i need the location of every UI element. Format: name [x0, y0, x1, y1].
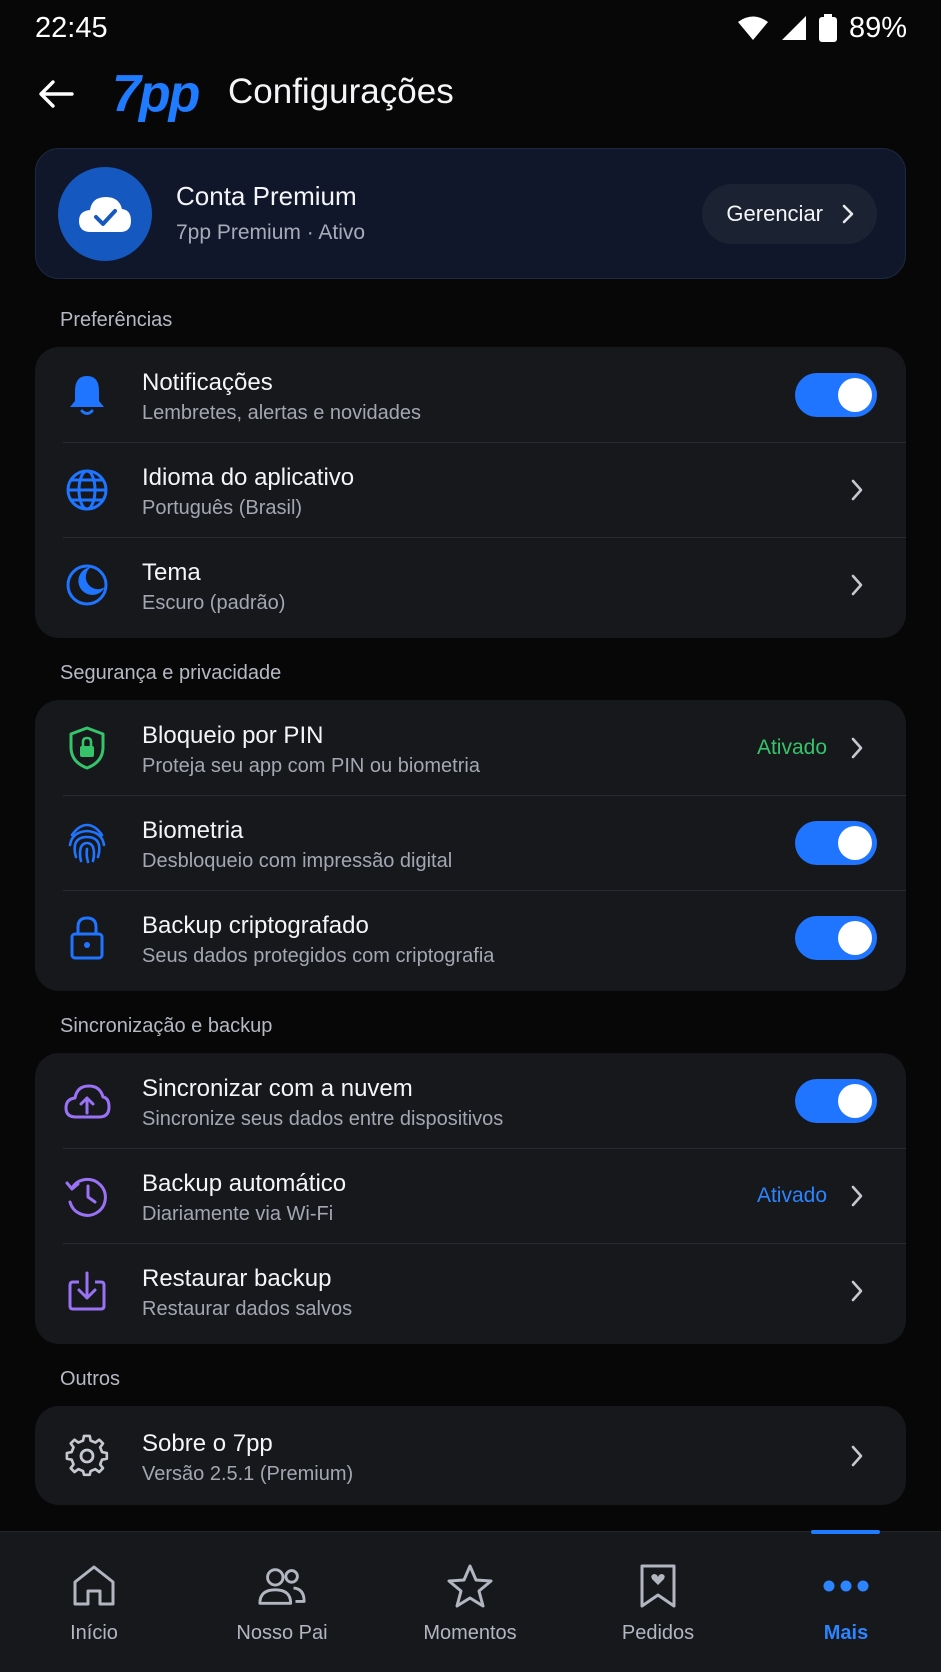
- biometrics-toggle[interactable]: [795, 821, 877, 865]
- row-title: Tema: [142, 559, 201, 586]
- row-subtitle: Sincronize seus dados entre dispositivos: [142, 1108, 504, 1130]
- bell-icon: [63, 371, 111, 419]
- row-subtitle: Diariamente via Wi-Fi: [142, 1203, 334, 1225]
- section-label-preferences: Preferências: [60, 309, 173, 331]
- notifications-toggle[interactable]: [795, 373, 877, 417]
- nav-label: Início: [70, 1622, 118, 1644]
- nav-item-requests[interactable]: Pedidos: [564, 1532, 752, 1672]
- more-dots-icon: [821, 1561, 871, 1611]
- row-restore-backup[interactable]: Restaurar backup Restaurar dados salvos: [35, 1243, 906, 1338]
- row-title: Sincronizar com a nuvem: [142, 1075, 413, 1102]
- gear-icon: [63, 1432, 111, 1480]
- row-language[interactable]: Idioma do aplicativo Português (Brasil): [35, 442, 906, 537]
- battery-percent: 89%: [848, 11, 907, 44]
- chevron-right-icon: [844, 735, 870, 761]
- premium-title: Conta Premium: [176, 181, 357, 211]
- cloud-upload-icon: [63, 1077, 111, 1125]
- battery-icon: [818, 14, 837, 42]
- row-title: Sobre o 7pp: [142, 1430, 273, 1457]
- chevron-right-icon: [844, 1183, 870, 1209]
- status-value: Ativado: [756, 736, 827, 759]
- wifi-icon: [737, 16, 768, 40]
- row-subtitle: Restaurar dados salvos: [142, 1298, 353, 1320]
- manage-button-label: Gerenciar: [726, 201, 823, 226]
- nav-label: Pedidos: [621, 1622, 695, 1644]
- manage-button[interactable]: Gerenciar: [702, 184, 877, 244]
- row-title: Backup criptografado: [142, 912, 369, 939]
- sync-card: Sincronizar com a nuvem Sincronize seus …: [35, 1053, 906, 1344]
- download-icon: [63, 1267, 111, 1315]
- row-subtitle: Português (Brasil): [142, 497, 303, 519]
- row-title: Restaurar backup: [142, 1265, 332, 1292]
- shield-lock-icon: [63, 724, 111, 772]
- lock-icon: [63, 914, 111, 962]
- security-card: Bloqueio por PIN Proteja seu app com PIN…: [35, 700, 906, 991]
- row-title: Notificações: [142, 369, 273, 396]
- row-subtitle: Escuro (padrão): [142, 592, 286, 614]
- section-label-others: Outros: [60, 1368, 121, 1390]
- globe-icon: [63, 466, 111, 514]
- preferences-card: Notificações Lembretes, alertas e novida…: [35, 347, 906, 638]
- row-subtitle: Proteja seu app com PIN ou biometria: [142, 755, 480, 777]
- row-auto-backup[interactable]: Backup automático Diariamente via Wi-Fi …: [35, 1148, 906, 1243]
- row-title: Backup automático: [142, 1170, 347, 1197]
- fingerprint-icon: [63, 819, 111, 867]
- star-icon: [445, 1561, 495, 1611]
- chevron-right-icon: [844, 477, 870, 503]
- signal-icon: [781, 16, 806, 40]
- people-icon: [257, 1561, 307, 1611]
- chevron-right-icon: [844, 1278, 870, 1304]
- app-bar: 7pp Configurações: [0, 60, 941, 126]
- history-icon: [63, 1172, 111, 1220]
- nav-label: Momentos: [423, 1622, 517, 1644]
- moon-icon: [63, 561, 111, 609]
- row-title: Biometria: [142, 817, 244, 844]
- back-arrow-icon[interactable]: [36, 74, 76, 114]
- others-card: Sobre o 7pp Versão 2.5.1 (Premium): [35, 1406, 906, 1505]
- cloud-sync-toggle[interactable]: [795, 1079, 877, 1123]
- section-label-security: Segurança e privacidade: [60, 662, 282, 684]
- cloud-check-icon: [58, 167, 152, 261]
- nav-label: Nosso Pai: [236, 1622, 328, 1644]
- home-icon: [69, 1561, 119, 1611]
- bookmark-heart-icon: [633, 1561, 683, 1611]
- row-title: Bloqueio por PIN: [142, 722, 324, 749]
- nav-item-more[interactable]: Mais: [752, 1532, 940, 1672]
- premium-card[interactable]: Conta Premium 7pp Premium · Ativo Gerenc…: [35, 148, 906, 279]
- bottom-nav: Início Nosso Pai Momentos Pedidos Mais: [0, 1530, 941, 1672]
- row-title: Idioma do aplicativo: [142, 464, 355, 491]
- row-encrypted-backup[interactable]: Backup criptografado Seus dados protegid…: [35, 890, 906, 985]
- nav-label: Mais: [823, 1622, 869, 1644]
- chevron-right-icon: [844, 1443, 870, 1469]
- row-cloud-sync[interactable]: Sincronizar com a nuvem Sincronize seus …: [35, 1053, 906, 1148]
- status-value: Ativado: [756, 1184, 827, 1207]
- row-biometrics[interactable]: Biometria Desbloqueio com impressão digi…: [35, 795, 906, 890]
- chevron-right-icon: [844, 572, 870, 598]
- chevron-right-icon: [842, 204, 854, 224]
- status-bar: 22:45 89%: [0, 0, 941, 56]
- status-time: 22:45: [35, 11, 108, 44]
- app-logo: 7pp: [112, 65, 200, 123]
- row-notifications[interactable]: Notificações Lembretes, alertas e novida…: [35, 347, 906, 442]
- nav-item-moments[interactable]: Momentos: [376, 1532, 564, 1672]
- status-icons: 89%: [737, 12, 907, 45]
- page-title: Configurações: [228, 72, 454, 111]
- row-about[interactable]: Sobre o 7pp Versão 2.5.1 (Premium): [35, 1406, 906, 1505]
- nav-item-home[interactable]: Início: [0, 1532, 188, 1672]
- row-subtitle: Versão 2.5.1 (Premium): [142, 1463, 354, 1485]
- row-subtitle: Seus dados protegidos com criptografia: [142, 945, 495, 967]
- row-subtitle: Desbloqueio com impressão digital: [142, 850, 453, 872]
- row-pin-lock[interactable]: Bloqueio por PIN Proteja seu app com PIN…: [35, 700, 906, 795]
- row-subtitle: Lembretes, alertas e novidades: [142, 402, 422, 424]
- nav-item-nosso-pai[interactable]: Nosso Pai: [188, 1532, 376, 1672]
- premium-subtitle: 7pp Premium · Ativo: [176, 221, 366, 244]
- section-label-sync: Sincronização e backup: [60, 1015, 273, 1037]
- row-theme[interactable]: Tema Escuro (padrão): [35, 537, 906, 632]
- encrypted-backup-toggle[interactable]: [795, 916, 877, 960]
